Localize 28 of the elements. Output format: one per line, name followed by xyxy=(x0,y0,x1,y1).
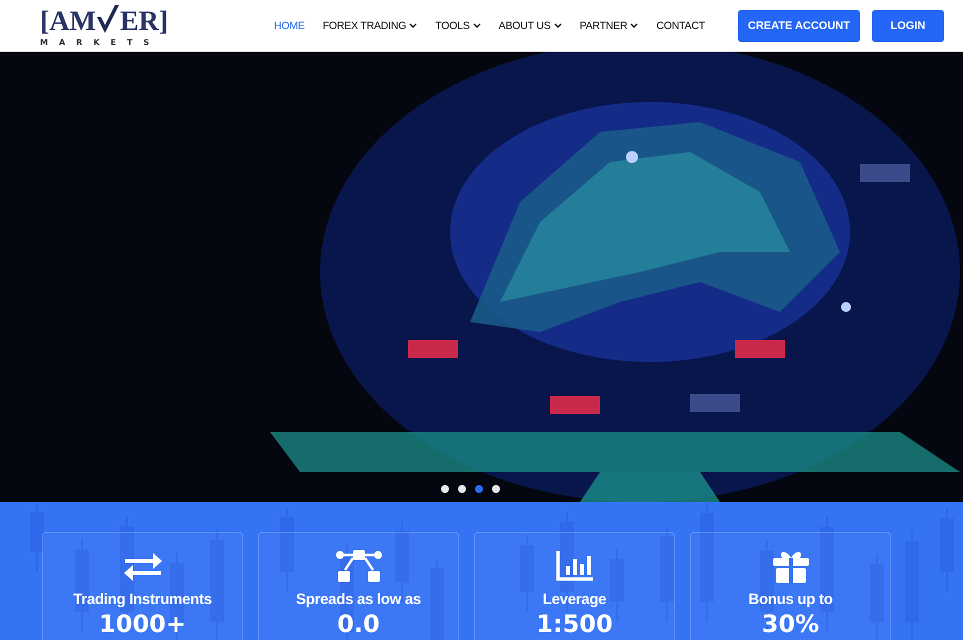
stat-value: 0.0 xyxy=(337,611,380,637)
gift-icon xyxy=(772,549,810,583)
stat-value: 1000+ xyxy=(99,611,186,637)
candlestick xyxy=(30,502,44,572)
chevron-down-icon xyxy=(630,22,638,28)
check-mark-icon xyxy=(94,3,121,35)
stat-label: Spreads as low as xyxy=(296,591,421,609)
stat-label: Bonus up to xyxy=(748,591,833,609)
nav-link[interactable]: PARTNER xyxy=(570,20,648,32)
chevron-down-icon xyxy=(554,22,562,28)
nav-link[interactable]: CONTACT xyxy=(647,20,714,32)
bar-chart-icon xyxy=(556,549,594,583)
nav-link[interactable]: TOOLS xyxy=(426,20,490,32)
stat-label: Leverage xyxy=(542,591,606,609)
logo-tagline: MARKETS xyxy=(40,38,160,48)
nodes-icon xyxy=(334,549,382,583)
create-account-button[interactable]: CREATE ACCOUNT xyxy=(738,10,860,42)
chevron-down-icon xyxy=(409,22,418,28)
login-button[interactable]: LOGIN xyxy=(872,10,944,42)
stat-value: 1:500 xyxy=(536,611,613,637)
nav-link[interactable]: ABOUT US xyxy=(490,20,571,32)
stat-value: 30% xyxy=(762,611,820,637)
logo-text[interactable]: ER] xyxy=(120,7,168,37)
logo-text[interactable]: [AM xyxy=(40,7,96,37)
stat-label: Trading Instruments xyxy=(73,591,212,609)
chevron-down-icon xyxy=(472,22,481,28)
nav-link[interactable]: HOME xyxy=(265,20,314,32)
nav-link[interactable]: FOREX TRADING xyxy=(314,20,426,32)
